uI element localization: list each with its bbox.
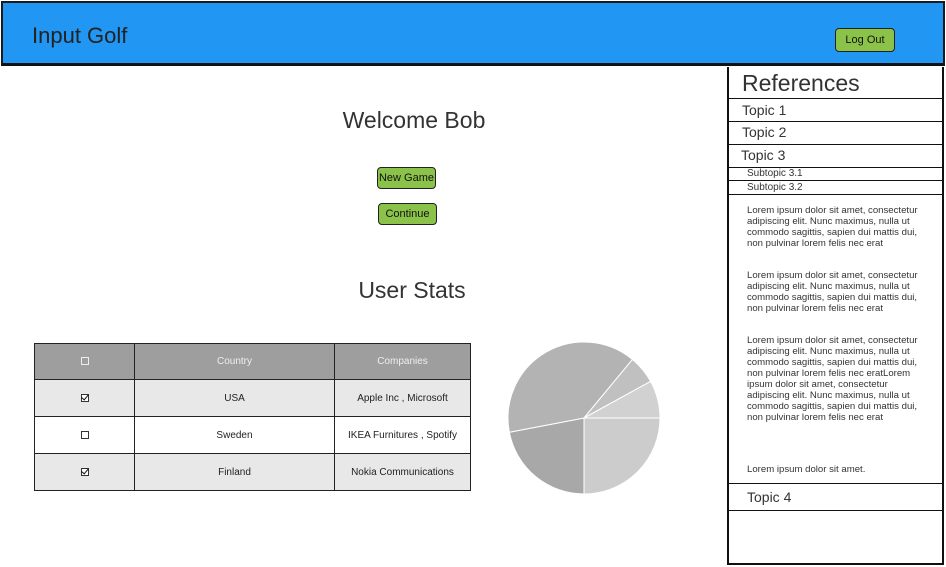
table-row: USA Apple Inc , Microsoft bbox=[34, 379, 471, 417]
companies-cell: IKEA Furnitures , Spotify bbox=[334, 416, 471, 454]
row-select-cell bbox=[34, 453, 135, 491]
country-cell: Finland bbox=[134, 453, 335, 491]
subtopic-3-1-link[interactable]: Subtopic 3.1 bbox=[747, 168, 803, 179]
select-all-header[interactable] bbox=[34, 343, 135, 380]
user-stats-heading: User Stats bbox=[358, 277, 466, 303]
topic-4-link[interactable]: Topic 4 bbox=[747, 489, 791, 505]
row-checkbox[interactable] bbox=[80, 430, 89, 439]
divider bbox=[729, 483, 942, 484]
companies-column-header[interactable]: Companies bbox=[334, 343, 471, 380]
row-checkbox[interactable] bbox=[80, 393, 89, 402]
country-cell: USA bbox=[134, 379, 335, 417]
divider bbox=[729, 194, 942, 195]
references-sidebar: References Topic 1 Topic 2 Topic 3 Subto… bbox=[727, 67, 944, 565]
divider bbox=[729, 180, 942, 181]
row-checkbox[interactable] bbox=[80, 467, 89, 476]
country-column-header[interactable]: Country bbox=[134, 343, 335, 380]
new-game-button[interactable]: New Game bbox=[377, 167, 436, 189]
lorem-paragraph-4: Lorem ipsum dolor sit amet. bbox=[747, 464, 866, 475]
table-header-row: Country Companies bbox=[34, 343, 471, 380]
companies-cell: Apple Inc , Microsoft bbox=[334, 379, 471, 417]
row-select-cell bbox=[34, 379, 135, 417]
continue-button[interactable]: Continue bbox=[378, 203, 437, 225]
app-title: Input Golf bbox=[32, 23, 128, 48]
stats-pie-chart bbox=[507, 341, 661, 495]
companies-cell: Nokia Communications bbox=[334, 453, 471, 491]
divider bbox=[729, 510, 942, 511]
welcome-heading: Welcome Bob bbox=[342, 107, 486, 133]
divider bbox=[729, 98, 942, 99]
topic-3-link[interactable]: Topic 3 bbox=[741, 147, 785, 163]
references-title: References bbox=[742, 70, 860, 96]
table-row: Finland Nokia Communications bbox=[34, 453, 471, 491]
row-select-cell bbox=[34, 416, 135, 454]
pie-slice-1 bbox=[583, 417, 661, 495]
top-header-bar: Input Golf Log Out bbox=[1, 1, 945, 66]
country-cell: Sweden bbox=[134, 416, 335, 454]
user-stats-table: Country Companies USA Apple Inc , Micros… bbox=[34, 343, 471, 491]
main-content: Welcome Bob New Game Continue User Stats… bbox=[0, 67, 728, 565]
lorem-paragraph-1: Lorem ipsum dolor sit amet, consectetur … bbox=[747, 205, 918, 249]
subtopic-3-2-link[interactable]: Subtopic 3.2 bbox=[747, 182, 803, 193]
lorem-paragraph-3: Lorem ipsum dolor sit amet, consectetur … bbox=[747, 335, 918, 423]
topic-2-link[interactable]: Topic 2 bbox=[742, 124, 786, 140]
table-row: Sweden IKEA Furnitures , Spotify bbox=[34, 416, 471, 454]
topic-1-link[interactable]: Topic 1 bbox=[742, 102, 786, 118]
app-window: Input Golf Log Out Welcome Bob New Game … bbox=[0, 0, 946, 567]
divider bbox=[729, 121, 942, 122]
lorem-paragraph-2: Lorem ipsum dolor sit amet, consectetur … bbox=[747, 270, 918, 314]
divider bbox=[729, 144, 942, 145]
select-all-checkbox[interactable] bbox=[80, 357, 89, 366]
logout-button[interactable]: Log Out bbox=[835, 28, 895, 52]
